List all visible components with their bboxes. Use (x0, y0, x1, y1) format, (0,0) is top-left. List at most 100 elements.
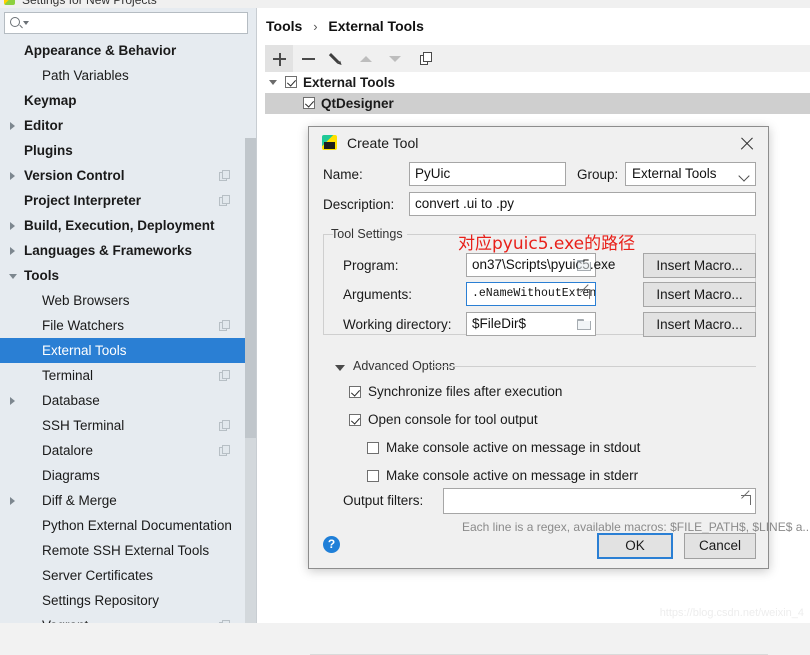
breadcrumb: Tools › External Tools (266, 15, 424, 37)
sidebar-item-plugins[interactable]: Plugins (0, 138, 256, 163)
sidebar-item-label: Diff & Merge (42, 493, 117, 508)
watermark: https://blog.csdn.net/weixin_4 (659, 607, 804, 619)
group-select[interactable]: External Tools (625, 162, 756, 186)
chevron-down-icon (738, 170, 750, 182)
search-icon (10, 17, 20, 27)
sidebar-item-label: Appearance & Behavior (24, 43, 177, 58)
output-filters-input[interactable] (443, 488, 756, 514)
sidebar-item-python-external-documentation[interactable]: Python External Documentation (0, 513, 256, 538)
sidebar-item-tools[interactable]: Tools (0, 263, 256, 288)
arrow-up-icon (360, 56, 372, 62)
chevron-right-icon[interactable] (10, 122, 15, 130)
help-button[interactable]: ? (323, 536, 340, 553)
checkbox-box[interactable] (367, 470, 379, 482)
description-input[interactable]: convert .ui to .py (409, 192, 756, 216)
sidebar-item-label: Plugins (24, 143, 73, 158)
sidebar-item-build-execution-deployment[interactable]: Build, Execution, Deployment (0, 213, 256, 238)
close-icon[interactable] (736, 133, 758, 155)
cancel-button[interactable]: Cancel (684, 533, 756, 559)
sidebar-item-web-browsers[interactable]: Web Browsers (0, 288, 256, 313)
checkbox-box[interactable] (349, 386, 361, 398)
search-box[interactable] (4, 12, 249, 35)
pencil-icon (329, 53, 340, 64)
copy-icon (219, 170, 230, 181)
tree-row-checkbox[interactable] (303, 97, 315, 109)
sidebar-scrollbar-thumb[interactable] (245, 138, 256, 438)
window-title: Settings for New Projects (22, 0, 157, 7)
program-value: on37\Scripts\pyuic5.exe (472, 257, 616, 272)
checkbox-box[interactable] (367, 442, 379, 454)
sidebar-scrollbar-track[interactable] (245, 138, 256, 623)
chevron-down-icon[interactable] (269, 80, 277, 85)
edit-tool-button[interactable] (323, 45, 351, 72)
chevron-right-icon[interactable] (10, 397, 15, 405)
breadcrumb-root[interactable]: Tools (266, 18, 302, 34)
checkbox-label: Make console active on message in stderr (386, 468, 639, 483)
name-label: Name: (323, 167, 363, 182)
sidebar-item-terminal[interactable]: Terminal (0, 363, 256, 388)
external-tools-tree: External Tools QtDesigner (265, 72, 810, 132)
sidebar-item-server-certificates[interactable]: Server Certificates (0, 563, 256, 588)
sidebar-item-settings-repository[interactable]: Settings Repository (0, 588, 256, 613)
sidebar-item-label: Version Control (24, 168, 125, 183)
sidebar-item-label: Database (42, 393, 100, 408)
expand-icon[interactable] (740, 494, 751, 505)
sidebar-item-label: Datalore (42, 443, 94, 458)
insert-macro-working-directory-button[interactable]: Insert Macro... (643, 312, 756, 337)
tree-row[interactable]: External Tools (265, 72, 810, 93)
sidebar-item-database[interactable]: Database (0, 388, 256, 413)
folder-icon[interactable] (577, 260, 591, 271)
checkbox-label: Synchronize files after execution (368, 384, 563, 399)
sidebar-item-diagrams[interactable]: Diagrams (0, 463, 256, 488)
sidebar-item-ssh-terminal[interactable]: SSH Terminal (0, 413, 256, 438)
sidebar-item-external-tools[interactable]: External Tools (0, 338, 256, 363)
arrow-down-icon (389, 56, 401, 62)
breadcrumb-leaf: External Tools (328, 18, 424, 34)
ok-button[interactable]: OK (597, 533, 673, 559)
insert-macro-arguments-button[interactable]: Insert Macro... (643, 282, 756, 307)
sidebar-item-datalore[interactable]: Datalore (0, 438, 256, 463)
sidebar-item-diff-merge[interactable]: Diff & Merge (0, 488, 256, 513)
folder-icon[interactable] (577, 319, 591, 330)
add-tool-button[interactable] (265, 45, 293, 72)
chevron-right-icon[interactable] (10, 247, 15, 255)
sidebar-item-project-interpreter[interactable]: Project Interpreter (0, 188, 256, 213)
copy-icon (420, 52, 432, 65)
sidebar-item-appearance-behavior[interactable]: Appearance & Behavior (0, 38, 256, 63)
remove-tool-button[interactable] (294, 45, 322, 72)
chevron-down-icon[interactable] (9, 274, 17, 279)
description-label: Description: (323, 197, 395, 212)
tree-row[interactable]: QtDesigner (265, 93, 810, 114)
sidebar-item-file-watchers[interactable]: File Watchers (0, 313, 256, 338)
tree-row-checkbox[interactable] (285, 76, 297, 88)
sidebar-item-vagrant[interactable]: Vagrant (0, 613, 256, 623)
name-input[interactable]: PyUic (409, 162, 566, 186)
checkbox-label: Open console for tool output (368, 412, 538, 427)
sidebar-item-keymap[interactable]: Keymap (0, 88, 256, 113)
chevron-down-icon[interactable] (23, 21, 29, 25)
copy-icon (219, 320, 230, 331)
sidebar-item-path-variables[interactable]: Path Variables (0, 63, 256, 88)
sidebar-item-languages-frameworks[interactable]: Languages & Frameworks (0, 238, 256, 263)
search-input[interactable] (31, 13, 249, 35)
sidebar-item-label: Project Interpreter (24, 193, 142, 208)
chevron-right-icon[interactable] (10, 497, 15, 505)
arguments-input[interactable]: .eNameWithoutExtension$. (466, 282, 596, 306)
checkbox-box[interactable] (349, 414, 361, 426)
copy-tool-button[interactable] (411, 45, 439, 72)
app-icon (4, 0, 15, 5)
sidebar-item-remote-ssh-external-tools[interactable]: Remote SSH External Tools (0, 538, 256, 563)
chevron-right-icon[interactable] (10, 172, 15, 180)
tree-row-label: External Tools (303, 75, 396, 90)
advanced-options-rule (431, 366, 756, 367)
chevron-right-icon[interactable] (10, 222, 15, 230)
chevron-down-icon[interactable] (335, 365, 345, 371)
insert-macro-program-button[interactable]: Insert Macro... (643, 253, 756, 278)
sidebar-item-version-control[interactable]: Version Control (0, 163, 256, 188)
expand-icon[interactable] (579, 288, 590, 299)
dialog-title-bar: Create Tool (309, 127, 768, 159)
output-filters-label: Output filters: (343, 493, 424, 508)
sidebar-item-editor[interactable]: Editor (0, 113, 256, 138)
sidebar-item-label: Tools (24, 268, 59, 283)
program-label: Program: (343, 258, 399, 273)
